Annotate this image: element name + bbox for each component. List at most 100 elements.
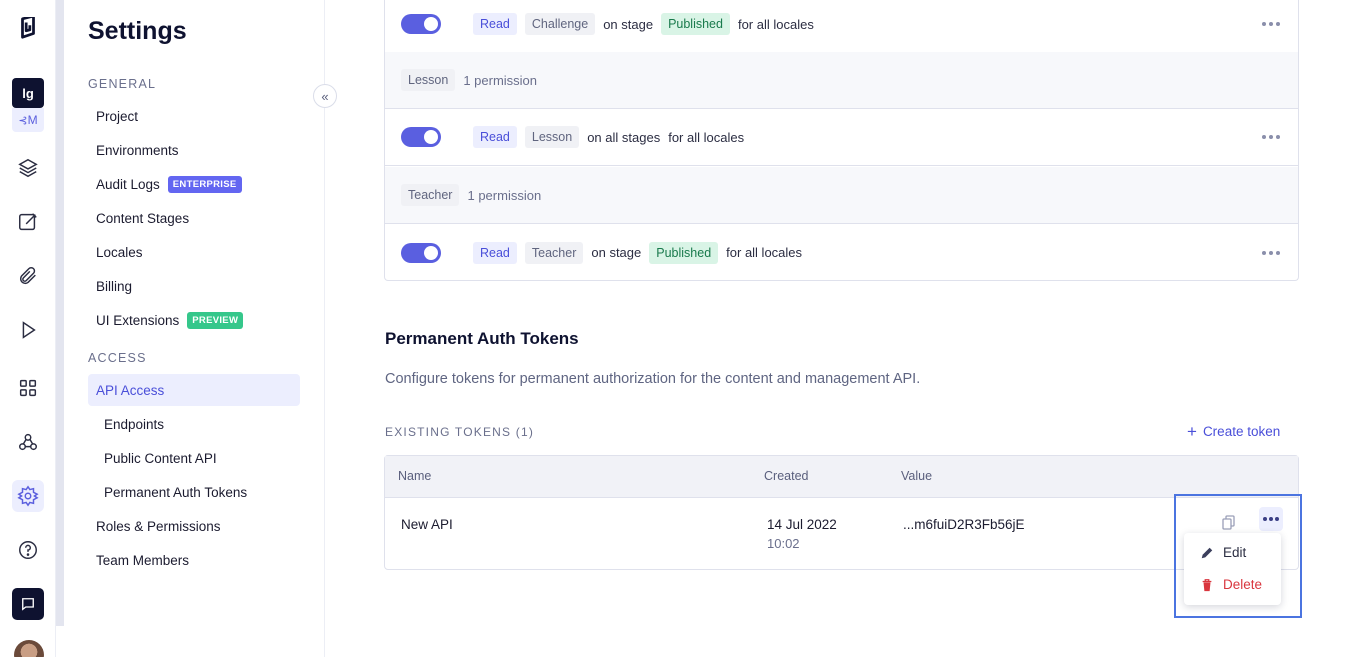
project-avatar[interactable]: lg bbox=[12, 78, 44, 108]
stage-text: on stage bbox=[603, 16, 654, 32]
table-header: Name Created Value bbox=[385, 456, 1298, 498]
action-chip: Read bbox=[473, 241, 517, 264]
nav-label: Environments bbox=[96, 142, 179, 158]
column-name: Name bbox=[398, 469, 432, 483]
plus-icon: + bbox=[1187, 422, 1197, 441]
stage-chip: Published bbox=[661, 13, 730, 35]
permission-toggle[interactable] bbox=[401, 242, 441, 263]
nav-section-general: GENERAL bbox=[88, 77, 157, 91]
nav-label: Locales bbox=[96, 244, 143, 260]
stage-chip: Published bbox=[649, 241, 719, 264]
locale-text: for all locales bbox=[726, 245, 803, 260]
environment-label: M bbox=[27, 113, 38, 127]
locale-text: for all locales bbox=[668, 129, 745, 145]
pencil-icon bbox=[1201, 547, 1213, 558]
create-token-label: Create token bbox=[1202, 424, 1281, 439]
nav-item-public-content-api[interactable]: Public Content API bbox=[96, 442, 300, 474]
rail-scrollbar[interactable] bbox=[56, 0, 64, 626]
apps-icon[interactable] bbox=[12, 372, 44, 404]
environment-switcher[interactable]: ⊰ M bbox=[12, 108, 44, 132]
nav-label: UI Extensions bbox=[96, 312, 180, 328]
nav-item-api-access[interactable]: API Access bbox=[88, 374, 300, 406]
tokens-table: Name Created Value New API 14 Jul 2022 1… bbox=[384, 455, 1299, 570]
section-title: Permanent Auth Tokens bbox=[385, 329, 579, 348]
nav-item-audit-logs[interactable]: Audit Logs ENTERPRISE bbox=[88, 168, 300, 200]
edit-menu-item[interactable]: Edit bbox=[1200, 545, 1246, 560]
delete-menu-item[interactable]: Delete bbox=[1200, 577, 1262, 592]
nav-label: Permanent Auth Tokens bbox=[104, 484, 248, 500]
nav-item-team-members[interactable]: Team Members bbox=[88, 544, 300, 576]
nav-item-ui-extensions[interactable]: UI Extensions PREVIEW bbox=[88, 304, 300, 336]
double-chevron-left-icon: « bbox=[321, 88, 329, 104]
nav-item-endpoints[interactable]: Endpoints bbox=[96, 408, 300, 440]
token-value: ...m6fuiD2R3Fb56jE bbox=[903, 517, 1025, 532]
nav-item-content-stages[interactable]: Content Stages bbox=[88, 202, 300, 234]
enterprise-badge: ENTERPRISE bbox=[167, 175, 242, 193]
permission-row: Read Lesson on all stages for all locale… bbox=[385, 109, 1298, 166]
permission-toggle[interactable] bbox=[401, 14, 441, 34]
logo-icon[interactable] bbox=[12, 12, 44, 44]
model-chip: Teacher bbox=[401, 184, 460, 206]
token-name: New API bbox=[401, 517, 453, 532]
model-chip: Lesson bbox=[524, 126, 580, 148]
nav-section-access: ACCESS bbox=[88, 351, 147, 365]
permission-row: Read Teacher on stage Published for all … bbox=[385, 224, 1298, 281]
action-chip: Read bbox=[473, 13, 517, 35]
existing-tokens-label: EXISTING TOKENS (1) bbox=[385, 425, 535, 439]
token-created-date: 14 Jul 2022 bbox=[767, 517, 837, 532]
permission-count: 1 permission bbox=[467, 187, 542, 203]
model-chip: Lesson bbox=[401, 69, 456, 91]
nav-label: Content Stages bbox=[96, 210, 190, 226]
content-icon[interactable] bbox=[12, 206, 44, 238]
stage-text: on all stages bbox=[587, 129, 661, 145]
nav-item-locales[interactable]: Locales bbox=[88, 236, 300, 268]
permission-row: Read Challenge on stage Published for al… bbox=[385, 0, 1298, 53]
nav-label: API Access bbox=[96, 382, 165, 398]
playground-icon[interactable] bbox=[12, 314, 44, 346]
user-avatar[interactable] bbox=[14, 640, 44, 657]
create-token-button[interactable]: + Create token bbox=[1187, 423, 1280, 440]
nav-item-environments[interactable]: Environments bbox=[88, 134, 300, 166]
model-chip: Teacher bbox=[524, 241, 584, 264]
locale-text: for all locales bbox=[737, 16, 814, 32]
page-title: Settings bbox=[88, 17, 187, 45]
trash-icon bbox=[1202, 578, 1212, 591]
more-options-button[interactable] bbox=[1262, 250, 1280, 255]
column-created: Created bbox=[764, 469, 809, 483]
webhooks-icon[interactable] bbox=[12, 426, 44, 458]
assets-icon[interactable] bbox=[12, 260, 44, 292]
permissions-list: Read Challenge on stage Published for al… bbox=[384, 0, 1299, 281]
permission-group-row: Teacher 1 permission bbox=[385, 167, 1298, 224]
nav-label: Project bbox=[96, 108, 139, 124]
schema-icon[interactable] bbox=[12, 152, 44, 184]
permission-count: 1 permission bbox=[463, 72, 538, 88]
permission-toggle[interactable] bbox=[401, 127, 441, 147]
column-value: Value bbox=[901, 469, 933, 483]
settings-icon[interactable] bbox=[12, 480, 44, 512]
collapse-sidebar-button[interactable]: « bbox=[313, 84, 337, 108]
nav-label: Endpoints bbox=[104, 416, 165, 432]
preview-badge: PREVIEW bbox=[187, 311, 244, 329]
nav-label: Audit Logs bbox=[96, 176, 160, 192]
nav-label: Billing bbox=[96, 278, 133, 294]
nav-item-roles-permissions[interactable]: Roles & Permissions bbox=[88, 510, 300, 542]
icon-rail: lg ⊰ M bbox=[0, 0, 56, 657]
nav-item-permanent-auth-tokens[interactable]: Permanent Auth Tokens bbox=[96, 476, 300, 508]
settings-nav: Settings GENERAL Project Environments Au… bbox=[64, 0, 325, 657]
more-options-button[interactable] bbox=[1262, 22, 1280, 26]
nav-item-billing[interactable]: Billing bbox=[88, 270, 300, 302]
edit-label: Edit bbox=[1223, 545, 1247, 560]
chat-icon[interactable] bbox=[12, 588, 44, 620]
nav-label: Roles & Permissions bbox=[96, 518, 221, 534]
more-options-button[interactable] bbox=[1262, 135, 1280, 139]
section-description: Configure tokens for permanent authoriza… bbox=[385, 371, 921, 387]
help-icon[interactable] bbox=[12, 534, 44, 566]
nav-item-project[interactable]: Project bbox=[88, 100, 300, 132]
action-chip: Read bbox=[473, 126, 517, 148]
stage-text: on stage bbox=[591, 245, 642, 260]
permission-group-row: Lesson 1 permission bbox=[385, 52, 1298, 109]
nav-label: Public Content API bbox=[104, 450, 217, 466]
token-created-time: 10:02 bbox=[767, 536, 800, 551]
token-options-menu: Edit Delete bbox=[1184, 533, 1281, 605]
branch-icon: ⊰ bbox=[18, 114, 28, 127]
